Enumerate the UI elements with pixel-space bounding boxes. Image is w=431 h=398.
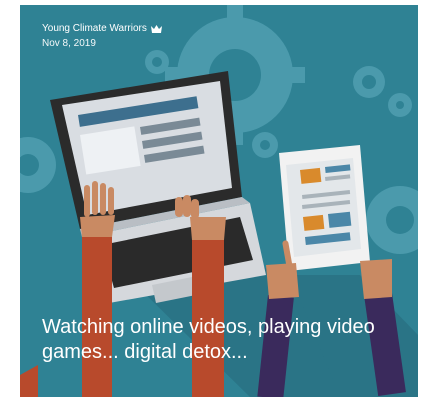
author-name[interactable]: Young Climate Warriors (42, 23, 147, 35)
post-card[interactable]: Young Climate Warriors Nov 8, 2019 Watch… (20, 5, 418, 397)
crown-icon (150, 25, 162, 33)
post-meta: Young Climate Warriors Nov 8, 2019 (42, 23, 162, 50)
post-title[interactable]: Watching online videos, playing video ga… (42, 315, 402, 365)
post-date: Nov 8, 2019 (42, 38, 96, 49)
tablet (279, 145, 370, 271)
author-row: Young Climate Warriors (42, 23, 162, 35)
